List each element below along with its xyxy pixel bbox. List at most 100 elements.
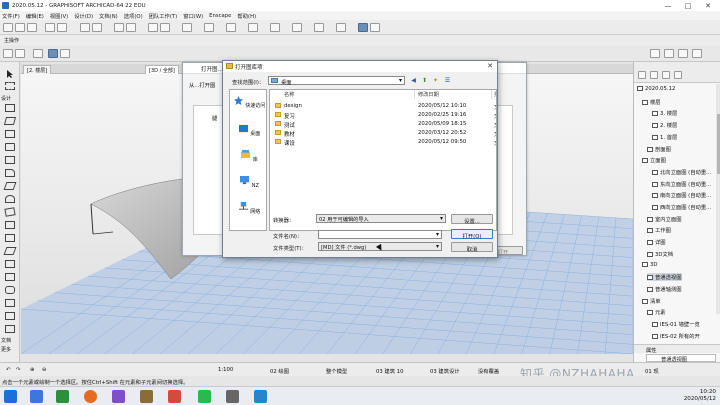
roof-tool-icon[interactable]	[5, 195, 15, 203]
redo-icon[interactable]	[57, 23, 67, 32]
look-in-combo[interactable]: 桌面 ▾	[268, 76, 405, 86]
navigator-item[interactable]: 普通透视图	[647, 273, 682, 282]
pan-icon[interactable]	[270, 23, 280, 32]
start-icon[interactable]	[4, 390, 17, 403]
redo-small-icon[interactable]: ↷	[16, 367, 20, 373]
undo-small-icon[interactable]: ↶	[6, 367, 10, 373]
arrow-tool-icon[interactable]	[5, 70, 15, 78]
save-icon[interactable]	[27, 23, 37, 32]
settings-icon[interactable]	[370, 23, 380, 32]
column-type[interactable]: 类	[494, 91, 496, 98]
layer-combination[interactable]: 02 绘图	[270, 367, 289, 375]
up-folder-icon[interactable]: ⬆	[420, 77, 429, 85]
navigator-item[interactable]: 西向立面图 (自动重...	[652, 203, 711, 211]
column-date[interactable]: 修改日期	[418, 91, 439, 98]
menu-document[interactable]: 文档(N)	[99, 12, 118, 20]
beam-tool-icon[interactable]	[5, 130, 15, 138]
tab-3d-all[interactable]: [3D / 全部]	[145, 65, 179, 74]
archicad-taskbar-icon[interactable]	[140, 390, 153, 403]
menu-design[interactable]: 设计(D)	[74, 12, 93, 20]
list-item[interactable]: design2020/05/12 10:10文	[270, 102, 496, 111]
converter-combo[interactable]: 02 用于可编辑的导入 ▾	[316, 214, 446, 223]
render-icon[interactable]	[204, 23, 214, 32]
new-folder-icon[interactable]: ✦	[431, 77, 440, 85]
arrow-icon[interactable]	[3, 49, 13, 58]
window-tool-icon[interactable]	[5, 143, 15, 151]
marquee-icon[interactable]	[15, 49, 25, 58]
scale-value[interactable]: 1:100	[218, 367, 233, 373]
back-icon[interactable]: ◀	[409, 77, 418, 85]
navigator-item[interactable]: 清单	[642, 297, 661, 305]
place-library[interactable]: 库	[230, 150, 268, 163]
file-name-input[interactable]: ▾	[318, 230, 442, 239]
select-mode-icon[interactable]	[33, 49, 43, 58]
firefox-icon[interactable]	[84, 390, 97, 403]
navigator-item[interactable]: 2. 楼层	[652, 121, 677, 129]
zoom-in-icon[interactable]: ⊕	[30, 367, 34, 373]
navigator-item[interactable]: 北向立面图 (自动重...	[652, 168, 711, 176]
navigator-item[interactable]: 立面图	[642, 156, 666, 164]
navigator-icon[interactable]	[650, 49, 660, 58]
open-button[interactable]: 打开(O)	[451, 229, 493, 240]
zoom-icon[interactable]	[248, 23, 258, 32]
hand-icon[interactable]	[60, 49, 70, 58]
menu-file[interactable]: 文件(F)	[2, 12, 20, 20]
tab-floor-2[interactable]: [2. 楼层]	[23, 65, 52, 74]
skylight-tool-icon[interactable]	[5, 221, 15, 229]
place-desktop[interactable]: 桌面	[230, 124, 268, 137]
object-tool-icon[interactable]	[5, 169, 15, 177]
undo-icon[interactable]	[45, 23, 55, 32]
structure-display[interactable]: 03 建筑 10	[376, 367, 403, 375]
zone-tool-icon[interactable]	[5, 299, 15, 307]
app-icon[interactable]	[226, 390, 239, 403]
settings-button[interactable]: 设置...	[451, 214, 493, 225]
navigator-item[interactable]: 楼层	[642, 98, 661, 106]
navigator-item[interactable]: 2020.05.12	[637, 86, 675, 92]
navigator-item[interactable]: 3D文档	[647, 250, 673, 258]
layer-icon[interactable]	[114, 23, 124, 32]
pen-icon[interactable]	[126, 23, 136, 32]
menu-enscape[interactable]: Enscape	[209, 13, 231, 19]
menu-window[interactable]: 窗口(W)	[183, 12, 203, 20]
navigator-item[interactable]: 元素	[647, 308, 666, 316]
navigator-item[interactable]: 工作图	[647, 226, 671, 234]
properties-view-name[interactable]: 普通透视图	[646, 354, 716, 363]
word-icon[interactable]	[254, 390, 267, 403]
stair-tool-icon[interactable]	[3, 247, 17, 255]
layout-book-icon[interactable]	[678, 49, 688, 58]
floor-plan-icon[interactable]	[148, 23, 158, 32]
edge-icon[interactable]	[30, 390, 43, 403]
navigator-item[interactable]: 东向立面图 (自动重...	[652, 180, 711, 188]
place-quick-access[interactable]: 快速访问	[230, 96, 268, 109]
calculator-icon[interactable]	[56, 390, 69, 403]
navigator-item[interactable]: 剖面图	[647, 145, 671, 153]
close-window-button[interactable]: ✕	[698, 0, 718, 11]
navigator-item[interactable]: 3D	[642, 261, 657, 268]
menu-edit[interactable]: 编辑(E)	[26, 12, 44, 20]
column-tool-icon[interactable]	[3, 117, 17, 125]
measure-icon[interactable]	[292, 23, 302, 32]
mesh-tool-icon[interactable]	[5, 273, 15, 281]
powerpoint-icon[interactable]	[168, 390, 181, 403]
view-map-icon[interactable]	[664, 49, 674, 58]
view-menu-icon[interactable]: ☰	[443, 77, 452, 85]
drawing-item[interactable]: 腿	[212, 114, 217, 122]
column-name[interactable]: 名称	[284, 91, 294, 98]
dialog-close-button[interactable]: ✕	[487, 62, 493, 70]
section-icon[interactable]	[182, 23, 192, 32]
publisher-tab-icon[interactable]	[674, 71, 682, 79]
renovation-filter[interactable]: 01 现	[645, 367, 659, 375]
walk-icon[interactable]	[314, 23, 324, 32]
object-library-icon[interactable]	[5, 325, 15, 333]
navigator-item[interactable]: 详图	[647, 238, 666, 246]
zoom-out-icon[interactable]: ⊖	[42, 367, 46, 373]
door-tool-icon[interactable]	[5, 156, 15, 164]
open-icon[interactable]	[15, 23, 25, 32]
navigator-item[interactable]: 普通轴测图	[647, 285, 682, 293]
menu-options[interactable]: 选项(O)	[124, 12, 143, 20]
3d-view-icon[interactable]	[160, 23, 170, 32]
lamp-tool-icon[interactable]	[5, 312, 15, 320]
onenote-icon[interactable]	[112, 390, 125, 403]
active-select-icon[interactable]	[48, 49, 58, 58]
navigator-item[interactable]: 1. 首层	[652, 133, 677, 141]
